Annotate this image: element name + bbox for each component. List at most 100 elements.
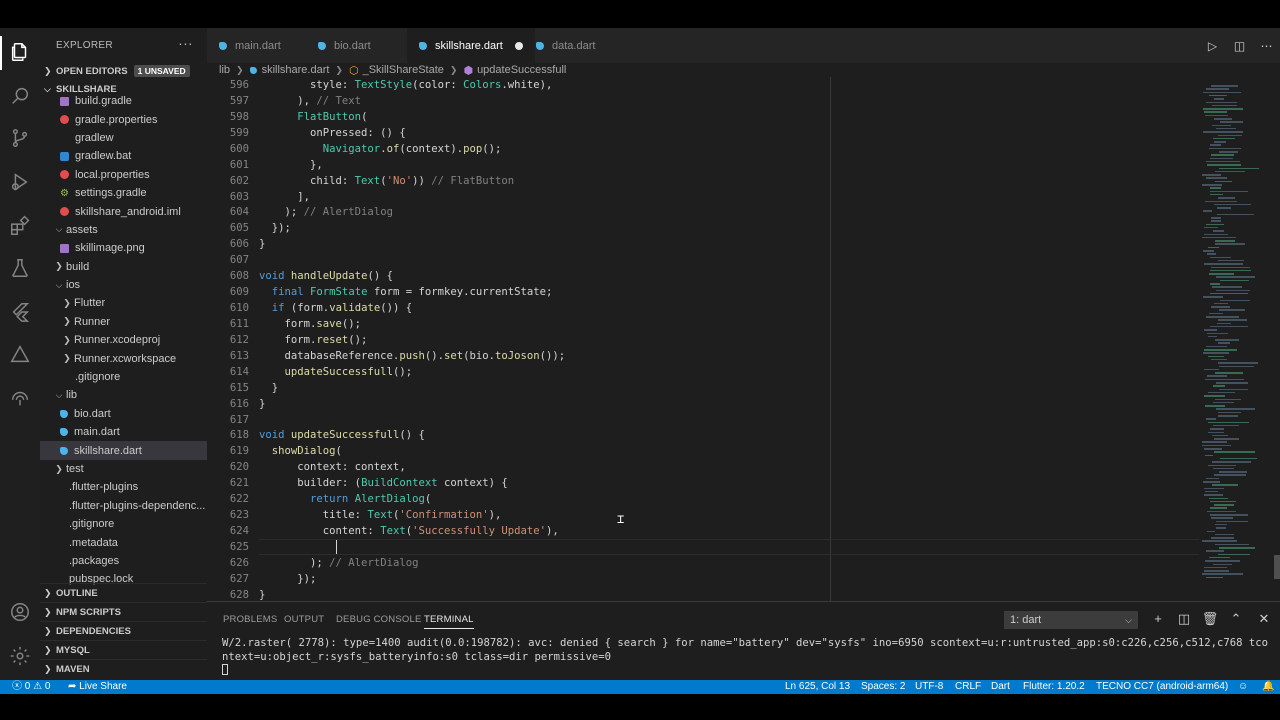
breadcrumb-method[interactable]: updateSuccessfull (477, 64, 566, 76)
testing-flask-icon[interactable] (8, 256, 32, 280)
maximize-panel-icon[interactable]: ⌃ (1227, 611, 1245, 627)
explorer-files-icon[interactable] (8, 40, 32, 64)
code-line[interactable]: void updateSuccessfull() { (259, 427, 425, 443)
tree-item[interactable]: skillshare_android.iml (40, 202, 207, 220)
tree-item[interactable]: .flutter-plugins (40, 478, 207, 496)
code-line[interactable]: }); (259, 220, 291, 236)
notifications-bell-icon[interactable]: 🔔 (1262, 680, 1274, 694)
tab-debug-console[interactable]: DEBUG CONSOLE (336, 614, 421, 625)
code-line[interactable]: }); (259, 571, 316, 587)
tree-item[interactable]: ❯ Flutter (40, 294, 207, 312)
more-actions-icon[interactable]: ··· (178, 35, 193, 51)
tree-item[interactable]: gradlew (40, 129, 207, 147)
tab-problems[interactable]: PROBLEMS (223, 614, 277, 625)
tab-main-dart[interactable]: main.dart (207, 28, 317, 63)
code-line[interactable]: } (259, 236, 265, 252)
code-line[interactable]: builder: (BuildContext context) { (259, 475, 508, 491)
code-area[interactable]: style: TextStyle(color: Colors.white), )… (259, 77, 1259, 601)
outline-section[interactable]: ❯ OUTLINE (40, 583, 207, 602)
run-debug-icon[interactable] (8, 170, 32, 194)
tab-skillshare-dart[interactable]: skillshare.dart (407, 28, 535, 63)
errors-status[interactable]: ⓧ 0 ⚠ 0 (12, 680, 50, 694)
code-line[interactable]: return AlertDialog( (259, 491, 431, 507)
code-line[interactable]: }, (259, 157, 323, 173)
npm-scripts-section[interactable]: ❯ NPM SCRIPTS (40, 602, 207, 621)
remote-explorer-icon[interactable] (8, 342, 32, 366)
tree-item[interactable]: ⌵ ios (40, 276, 207, 294)
flutter-version[interactable]: Flutter: 1.20.2 (1023, 680, 1085, 694)
code-line[interactable]: if (form.validate()) { (259, 300, 412, 316)
tree-item[interactable]: gradlew.bat (40, 147, 207, 165)
tree-item[interactable]: ⌵ assets (40, 221, 207, 239)
tab-output[interactable]: OUTPUT (284, 614, 324, 625)
tree-item[interactable]: main.dart (40, 423, 207, 441)
tree-item[interactable]: local.properties (40, 166, 207, 184)
code-line[interactable] (259, 538, 1199, 555)
tree-item[interactable]: .packages (40, 552, 207, 570)
breadcrumb-lib[interactable]: lib (219, 64, 230, 76)
settings-gear-icon[interactable] (8, 644, 32, 668)
live-share-icon[interactable] (8, 386, 32, 410)
code-line[interactable]: form.save(); (259, 316, 362, 332)
tab-data-dart[interactable]: data.dart (524, 28, 632, 63)
account-icon[interactable] (8, 600, 32, 624)
tree-item[interactable]: ⌵ lib (40, 386, 207, 404)
code-line[interactable]: } (259, 380, 278, 396)
code-line[interactable]: ), // Text (259, 93, 361, 109)
code-line[interactable]: final FormState form = formkey.currentSt… (259, 284, 553, 300)
run-play-icon[interactable]: ▷ (1199, 39, 1226, 53)
trash-icon[interactable]: 🗑 (1201, 611, 1219, 627)
search-icon[interactable] (8, 84, 32, 108)
add-terminal-icon[interactable]: + (1149, 611, 1167, 626)
eol-status[interactable]: CRLF (955, 680, 981, 694)
tab-bio-dart[interactable]: bio.dart (306, 28, 418, 63)
tree-item[interactable]: skillshare.dart (40, 441, 207, 460)
tree-item[interactable]: ❯ build (40, 258, 207, 276)
code-line[interactable]: ], (259, 189, 310, 205)
code-line[interactable]: form.reset(); (259, 332, 368, 348)
split-terminal-icon[interactable]: ◫ (1175, 611, 1193, 627)
vertical-scrollbar[interactable] (1274, 555, 1280, 579)
tree-item[interactable]: skillimage.png (40, 239, 207, 257)
code-line[interactable]: onPressed: () { (259, 125, 406, 141)
indentation-status[interactable]: Spaces: 2 (861, 680, 905, 694)
code-line[interactable]: showDialog( (259, 443, 342, 459)
tab-terminal[interactable]: TERMINAL (424, 614, 474, 629)
language-mode[interactable]: Dart (991, 680, 1010, 694)
live-share-status[interactable]: ➦ Live Share (68, 680, 127, 694)
tree-item[interactable]: ❯ Runner.xcodeproj (40, 331, 207, 349)
flutter-icon[interactable] (8, 300, 32, 324)
code-line[interactable]: content: Text('Successfully Update'), (259, 523, 559, 539)
maven-section[interactable]: ❯ MAVEN (40, 659, 207, 678)
code-line[interactable]: } (259, 396, 265, 412)
cursor-position[interactable]: Ln 625, Col 13 (785, 680, 850, 694)
code-line[interactable]: Navigator.of(context).pop(); (259, 141, 502, 157)
tree-item[interactable]: .flutter-plugins-dependenc... (40, 497, 207, 515)
more-actions-icon[interactable]: ⋯ (1253, 39, 1280, 53)
encoding-status[interactable]: UTF-8 (915, 680, 943, 694)
code-line[interactable]: ); // AlertDialog (259, 555, 418, 571)
close-icon[interactable]: ✕ (1255, 611, 1273, 627)
extensions-icon[interactable] (8, 214, 32, 238)
code-line[interactable]: title: Text('Confirmation'), (259, 507, 502, 523)
tree-item[interactable]: bio.dart (40, 405, 207, 423)
breadcrumb-file[interactable]: skillshare.dart (262, 64, 330, 76)
tree-item[interactable]: build.gradle (40, 92, 207, 110)
code-line[interactable]: void handleUpdate() { (259, 268, 393, 284)
mysql-section[interactable]: ❯ MYSQL (40, 640, 207, 659)
tree-item[interactable]: ⚙ settings.gradle (40, 184, 207, 202)
tree-item[interactable]: ❯ test (40, 460, 207, 478)
tree-item[interactable]: ❯ Runner (40, 313, 207, 331)
tree-item[interactable]: ❯ Runner.xcworkspace (40, 349, 207, 367)
split-editor-icon[interactable]: ◫ (1226, 39, 1253, 53)
code-line[interactable]: databaseReference.push().set(bio.toJoson… (259, 348, 566, 364)
dependencies-section[interactable]: ❯ DEPENDENCIES (40, 621, 207, 640)
code-line[interactable]: context: context, (259, 459, 405, 475)
tree-item[interactable]: gradle.properties (40, 110, 207, 128)
code-line[interactable]: ); // AlertDialog (259, 204, 393, 220)
code-line[interactable]: } (259, 587, 265, 601)
code-line[interactable]: child: Text('No')) // FlatButton (259, 173, 514, 189)
tree-item[interactable]: .gitignore (40, 515, 207, 533)
tree-item[interactable]: .gitignore (40, 368, 207, 386)
source-control-icon[interactable] (8, 126, 32, 150)
